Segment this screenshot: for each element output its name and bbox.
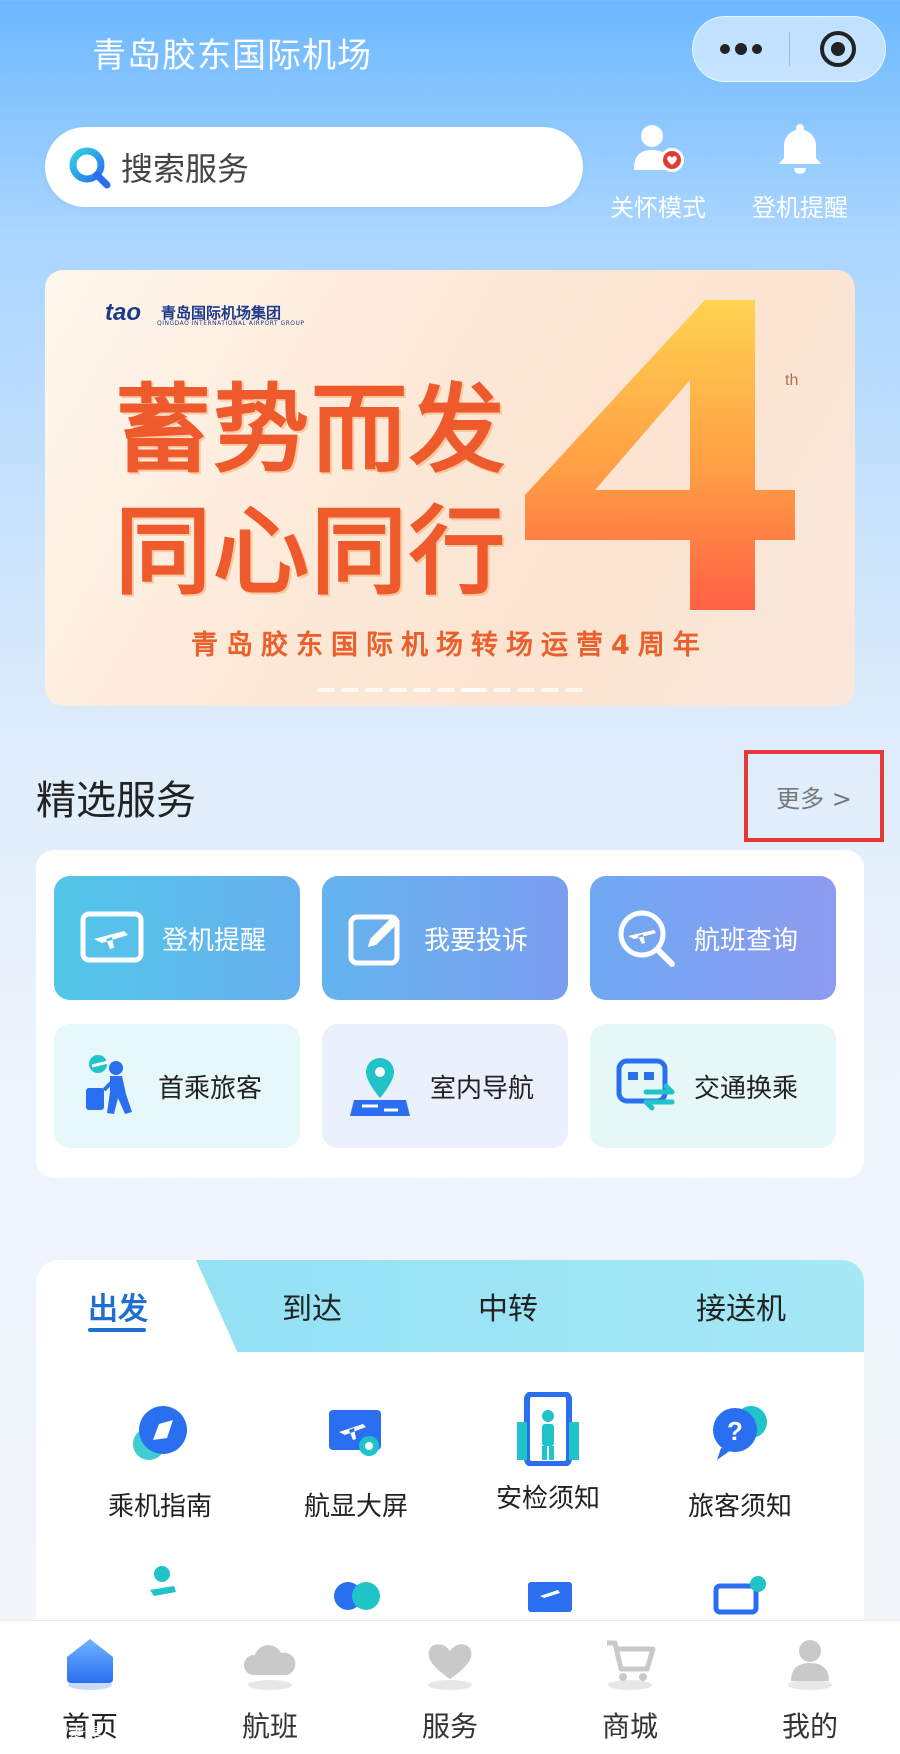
person-icon [150,1566,176,1596]
pager-dot [389,688,407,692]
security-gate-icon [517,1391,579,1467]
grid-label: 航显大屏 [303,1492,408,1522]
close-miniprogram-button[interactable] [790,17,885,81]
banner-subline: 青岛胶东国际机场转场运营4周年 [191,630,708,661]
nav-services[interactable]: 服务 [360,1631,540,1745]
nav-label: 我的 [781,1710,838,1743]
complaint-edit-icon [348,914,400,966]
grid-boarding-guide[interactable]: 乘机指南 [70,1400,250,1523]
cart-icon [607,1640,656,1690]
service-first-time-passenger[interactable]: 首乘旅客 [54,1024,300,1148]
user-icon [788,1640,832,1690]
banner-slogan-1: 蓄势而发 [115,373,507,486]
care-mode-icon [634,125,684,172]
anniversary-four-graphic: th [495,290,835,624]
grid-passenger-notice[interactable]: ? 旅客须知 [650,1400,830,1523]
grid-label: 旅客须知 [687,1492,792,1522]
flight-search-icon [618,910,675,967]
pager-dot [437,688,455,692]
tao-logo-icon: tao [105,299,141,326]
nav-label: 服务 [421,1710,478,1743]
pager-dot [341,688,359,692]
nav-profile[interactable]: 我的 [720,1631,900,1745]
search-placeholder: 搜索服务 [121,150,250,188]
pager-dot-active [461,688,487,692]
bell-icon [779,124,821,174]
boarding-reminder-quick-button[interactable]: 登机提醒 [740,120,860,223]
pager-dot [365,688,383,692]
transit-icon [616,1058,675,1111]
featured-services-card: 登机提醒 我要投诉 航班查询 首乘旅客 室内导航 交通换乘 [36,850,864,1178]
airport-group-english: QINGDAO INTERNATIONAL AIRPORT GROUP [157,320,305,327]
service-boarding-reminder[interactable]: 登机提醒 [54,876,300,1000]
service-label: 交通换乘 [694,1073,799,1104]
screen-icon [713,1576,766,1615]
nav-label: 航班 [241,1710,298,1743]
svg-text:?: ? [727,1416,743,1446]
tab-departure[interactable]: 出发 [88,1284,148,1328]
service-transit[interactable]: 交通换乘 [590,1024,836,1148]
question-chat-icon: ? [713,1406,767,1460]
service-label: 登机提醒 [162,925,267,956]
grid-item-partial[interactable] [650,1562,830,1626]
search-bar[interactable]: 搜索服务 [45,127,583,207]
boarding-reminder-quick-label: 登机提醒 [752,194,848,222]
tao-logo-mark: tao [105,299,141,326]
pager-dot [413,688,431,692]
featured-services-title: 精选服务 [36,778,196,824]
grid-label: 乘机指南 [107,1492,212,1522]
pager-dot [541,688,559,692]
nav-label: 商城 [601,1710,658,1743]
service-label: 航班查询 [694,925,799,956]
promo-banner[interactable]: tao 青岛国际机场集团 QINGDAO INTERNATIONAL AIRPO… [45,270,855,706]
board-icon [528,1582,572,1612]
first-time-passenger-icon [86,1055,132,1114]
grid-item-partial[interactable] [266,1562,446,1626]
watermark: K© 六叔老晨 [6,1724,102,1743]
svg-text:th: th [785,372,798,389]
pager-dot [317,688,335,692]
banner-slogan-2: 同心同行 [115,495,507,608]
mini-program-capsule [692,16,886,82]
cloud-icon [243,1645,296,1690]
grid-security-notice[interactable]: 安检须知 [458,1391,638,1515]
more-options-button[interactable] [693,17,789,81]
heart-service-icon [428,1644,472,1690]
boarding-reminder-icon [80,911,144,963]
tab-pickup-dropoff[interactable]: 接送机 [696,1284,786,1328]
service-label: 首乘旅客 [158,1073,263,1104]
bottom-tab-bar: 首页 航班 服务 商城 我的 [0,1620,900,1754]
pager-dot [565,688,583,692]
service-complaint[interactable]: 我要投诉 [322,876,568,1000]
tab-arrival[interactable]: 到达 [282,1284,342,1328]
more-services-link[interactable]: 更多 > [744,750,884,842]
active-tab-underline [88,1328,146,1332]
nav-mall[interactable]: 商城 [540,1631,720,1745]
more-dots-icon [720,43,762,55]
search-icon [69,147,111,189]
flight-display-icon [329,1410,381,1456]
service-label: 我要投诉 [424,925,529,956]
grid-flight-display[interactable]: 航显大屏 [266,1400,446,1523]
service-flight-search[interactable]: 航班查询 [590,876,836,1000]
app-title: 青岛胶东国际机场 [92,36,372,76]
service-label: 室内导航 [430,1073,535,1104]
nav-flights[interactable]: 航班 [180,1631,360,1745]
home-icon [67,1639,113,1690]
service-indoor-navigation[interactable]: 室内导航 [322,1024,568,1148]
tab-transfer[interactable]: 中转 [478,1284,538,1328]
grid-item-partial[interactable] [70,1562,250,1626]
indoor-navigation-icon [350,1058,410,1116]
care-mode-button[interactable]: 关怀模式 [598,120,718,223]
pager-dot [493,688,511,692]
care-mode-label: 关怀模式 [610,194,706,222]
grid-item-partial[interactable] [458,1562,638,1626]
compass-icon [133,1406,187,1460]
cloud-shape-icon [334,1582,380,1610]
target-close-icon [819,31,856,67]
grid-label: 安检须知 [495,1484,600,1514]
pager-dot [517,688,535,692]
banner-pagination [45,688,855,692]
